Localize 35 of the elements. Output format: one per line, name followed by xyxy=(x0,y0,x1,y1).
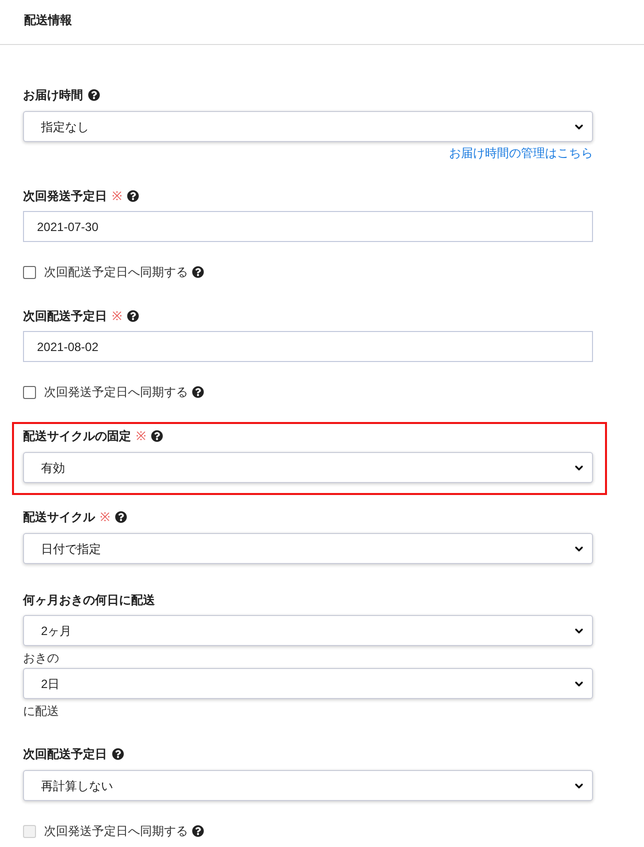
required-mark: ※ xyxy=(100,509,110,525)
field-label: お届け時間 xyxy=(23,87,83,103)
help-icon[interactable] xyxy=(151,430,163,442)
required-mark: ※ xyxy=(136,428,146,444)
field-label: 次回配送予定日 xyxy=(23,308,107,324)
dropdown[interactable]: 有効 xyxy=(23,452,593,483)
field-label: 何ヶ月おきの何日に配送 xyxy=(23,592,155,608)
dropdown[interactable]: 再計算しない xyxy=(23,770,593,801)
help-icon[interactable] xyxy=(127,310,139,322)
field-note: に配送 xyxy=(23,704,59,718)
checkbox[interactable] xyxy=(23,266,36,278)
dropdown[interactable]: 2日 xyxy=(23,668,593,699)
help-icon[interactable] xyxy=(127,190,139,202)
help-icon[interactable] xyxy=(88,89,100,101)
dropdown[interactable]: 日付で指定 xyxy=(23,533,593,564)
field-label: 次回配送予定日 xyxy=(23,746,107,762)
field-label: 配送サイクルの固定 xyxy=(23,428,131,444)
dropdown[interactable]: 2ヶ月 xyxy=(23,615,593,646)
help-icon[interactable] xyxy=(192,266,204,278)
help-icon[interactable] xyxy=(115,511,127,523)
field-note: おきの xyxy=(23,651,59,665)
link[interactable]: お届け時間の管理はこちら xyxy=(449,146,593,160)
required-mark: ※ xyxy=(112,308,122,324)
field-label: 次回発送予定日 xyxy=(23,188,107,204)
checkbox-label[interactable]: 次回発送予定日へ同期する xyxy=(44,384,188,400)
field-label: 配送サイクル xyxy=(23,509,95,525)
date-input[interactable]: 2021-08-02 xyxy=(23,331,593,362)
checkbox-label[interactable]: 次回配送予定日へ同期する xyxy=(44,264,188,280)
required-mark: ※ xyxy=(112,188,122,204)
help-icon[interactable] xyxy=(112,748,124,760)
dropdown[interactable]: 指定なし xyxy=(23,111,593,142)
help-icon[interactable] xyxy=(192,386,204,398)
date-input[interactable]: 2021-07-30 xyxy=(23,211,593,242)
checkbox[interactable] xyxy=(23,386,36,398)
section-title: 配送情報 xyxy=(24,13,72,27)
